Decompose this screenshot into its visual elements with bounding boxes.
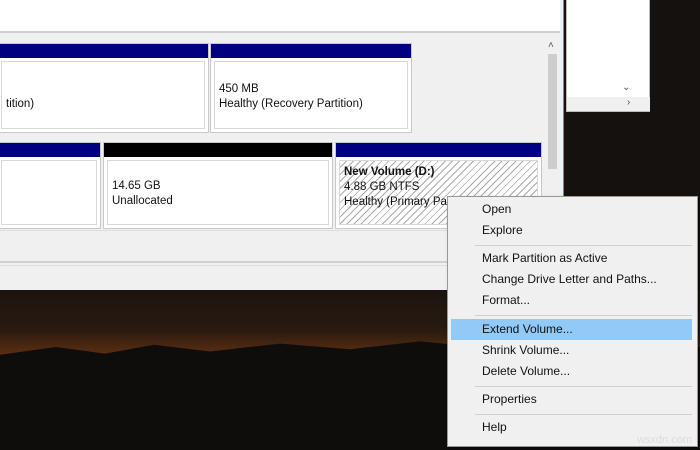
partition-header bbox=[0, 143, 100, 157]
menu-separator bbox=[475, 315, 692, 316]
context-menu: Open Explore Mark Partition as Active Ch… bbox=[447, 196, 698, 447]
menu-item-explore[interactable]: Explore bbox=[451, 220, 692, 241]
horizontal-scrollbar[interactable]: › bbox=[567, 97, 650, 111]
partition-recovery[interactable]: 450 MB Healthy (Recovery Partition) bbox=[210, 43, 412, 133]
menu-separator bbox=[475, 414, 692, 415]
volume-list-pane[interactable] bbox=[0, 0, 560, 33]
partition-header bbox=[211, 44, 411, 58]
scrollbar-thumb[interactable] bbox=[548, 54, 557, 169]
partition-disk1-first[interactable] bbox=[0, 142, 101, 229]
menu-item-properties[interactable]: Properties bbox=[451, 389, 692, 410]
menu-item-format[interactable]: Format... bbox=[451, 290, 692, 311]
scroll-up-icon[interactable]: ˄ bbox=[548, 40, 554, 51]
partition-header bbox=[336, 143, 541, 157]
scroll-right-icon[interactable]: › bbox=[627, 97, 630, 108]
partition-name: New Volume (D:) bbox=[344, 166, 435, 178]
menu-item-mark-active[interactable]: Mark Partition as Active bbox=[451, 248, 692, 269]
background-window: ⌄ › bbox=[566, 0, 650, 112]
partition-c[interactable]: tition) bbox=[0, 43, 209, 133]
partition-header bbox=[0, 44, 208, 58]
partition-size: 4.88 GB NTFS bbox=[344, 181, 420, 193]
partition-size: 450 MB bbox=[219, 83, 259, 95]
menu-item-shrink-volume[interactable]: Shrink Volume... bbox=[451, 340, 692, 361]
partition-size: 14.65 GB bbox=[112, 180, 161, 192]
menu-item-change-drive-letter[interactable]: Change Drive Letter and Paths... bbox=[451, 269, 692, 290]
partition-status: tition) bbox=[6, 98, 35, 110]
menu-item-delete-volume[interactable]: Delete Volume... bbox=[451, 361, 692, 382]
partition-unallocated[interactable]: 14.65 GB Unallocated bbox=[103, 142, 333, 229]
menu-separator bbox=[475, 386, 692, 387]
partition-header bbox=[104, 143, 332, 157]
partition-status: Unallocated bbox=[112, 195, 173, 207]
partition-status: Healthy (Recovery Partition) bbox=[219, 98, 363, 110]
menu-separator bbox=[475, 245, 692, 246]
menu-item-open[interactable]: Open bbox=[451, 199, 692, 220]
watermark: wsxdn.com bbox=[636, 434, 692, 446]
menu-item-extend-volume[interactable]: Extend Volume... bbox=[451, 319, 692, 340]
scroll-down-icon[interactable]: ⌄ bbox=[622, 82, 630, 93]
